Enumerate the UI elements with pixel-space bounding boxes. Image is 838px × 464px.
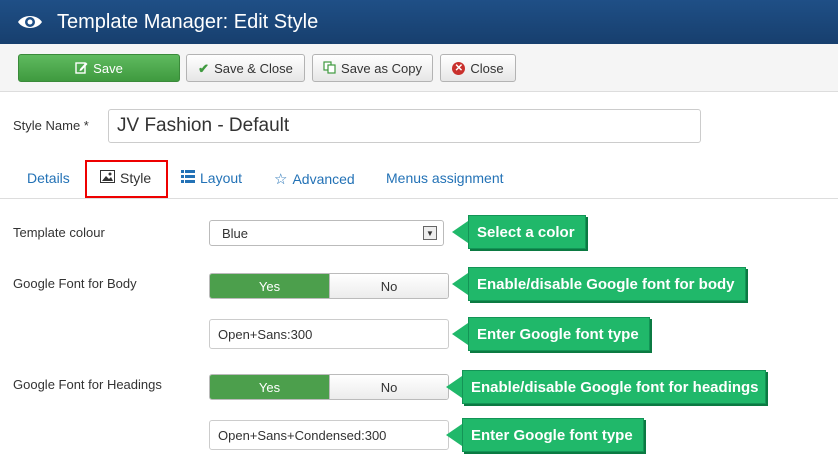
list-icon [181,170,195,186]
tab-details[interactable]: Details [27,170,70,186]
callout-arrow-icon [452,323,468,345]
google-font-headings-label: Google Font for Headings [13,377,162,392]
google-font-headings-no-button[interactable]: No [329,375,448,399]
callout-body-font-type: Enter Google font type [452,317,650,351]
callout-arrow-icon [452,273,468,295]
save-button[interactable]: Save [18,54,180,82]
google-font-body-yes-button[interactable]: Yes [210,274,329,298]
template-colour-select[interactable]: Blue ▼ [209,220,444,246]
google-font-body-label: Google Font for Body [13,276,137,291]
tab-layout[interactable]: Layout [181,170,242,186]
close-icon: ✕ [452,61,466,75]
callout-body-toggle-text: Enable/disable Google font for body [468,267,746,301]
save-as-copy-button-label: Save as Copy [341,60,422,76]
tab-details-label: Details [27,170,70,186]
template-colour-value: Blue [222,225,249,241]
image-icon [100,170,115,186]
save-button-label: Save [93,60,123,76]
callout-select-color-text: Select a color [468,215,586,249]
callout-headings-font-type-text: Enter Google font type [462,418,644,452]
callout-arrow-icon [446,376,462,398]
edit-icon [75,61,88,76]
toolbar: Save ✔ Save & Close Save as Copy ✕ Close [0,44,838,92]
google-font-body-toggle: Yes No [209,273,449,299]
google-font-body-input[interactable] [209,319,449,349]
tab-style-label: Style [120,170,152,186]
callout-headings-toggle: Enable/disable Google font for headings [446,370,766,404]
google-font-headings-toggle: Yes No [209,374,449,400]
save-close-button[interactable]: ✔ Save & Close [186,54,305,82]
google-font-body-no-button[interactable]: No [329,274,448,298]
page-header: Template Manager: Edit Style [0,0,838,44]
save-as-copy-button[interactable]: Save as Copy [312,54,433,82]
callout-headings-font-type: Enter Google font type [446,418,644,452]
close-button[interactable]: ✕ Close [440,54,516,82]
style-name-label: Style Name * [13,118,89,133]
tab-menus-assignment-label: Menus assignment [386,170,504,186]
callout-headings-toggle-text: Enable/disable Google font for headings [462,370,766,404]
google-font-headings-yes-button[interactable]: Yes [210,375,329,399]
check-icon: ✔ [198,60,210,76]
eye-icon [17,13,43,31]
tab-layout-label: Layout [200,170,243,186]
star-icon: ☆ [274,171,288,188]
tab-menus-assignment[interactable]: Menus assignment [386,170,504,186]
close-button-label: Close [470,60,504,76]
copy-icon [323,60,336,76]
callout-arrow-icon [452,221,468,243]
google-font-headings-input[interactable] [209,420,449,450]
tab-style[interactable]: Style [100,170,151,186]
callout-body-font-type-text: Enter Google font type [468,317,650,351]
callout-select-color: Select a color [452,215,586,249]
save-close-button-label: Save & Close [214,60,293,76]
tab-advanced[interactable]: ☆ Advanced [274,170,355,188]
tab-advanced-label: Advanced [292,171,355,187]
callout-arrow-icon [446,424,462,446]
page-title: Template Manager: Edit Style [57,10,319,33]
style-name-input[interactable] [108,109,701,143]
template-colour-label: Template colour [13,225,105,240]
chevron-down-icon: ▼ [423,226,437,240]
callout-body-toggle: Enable/disable Google font for body [452,267,746,301]
tab-divider [0,198,838,199]
